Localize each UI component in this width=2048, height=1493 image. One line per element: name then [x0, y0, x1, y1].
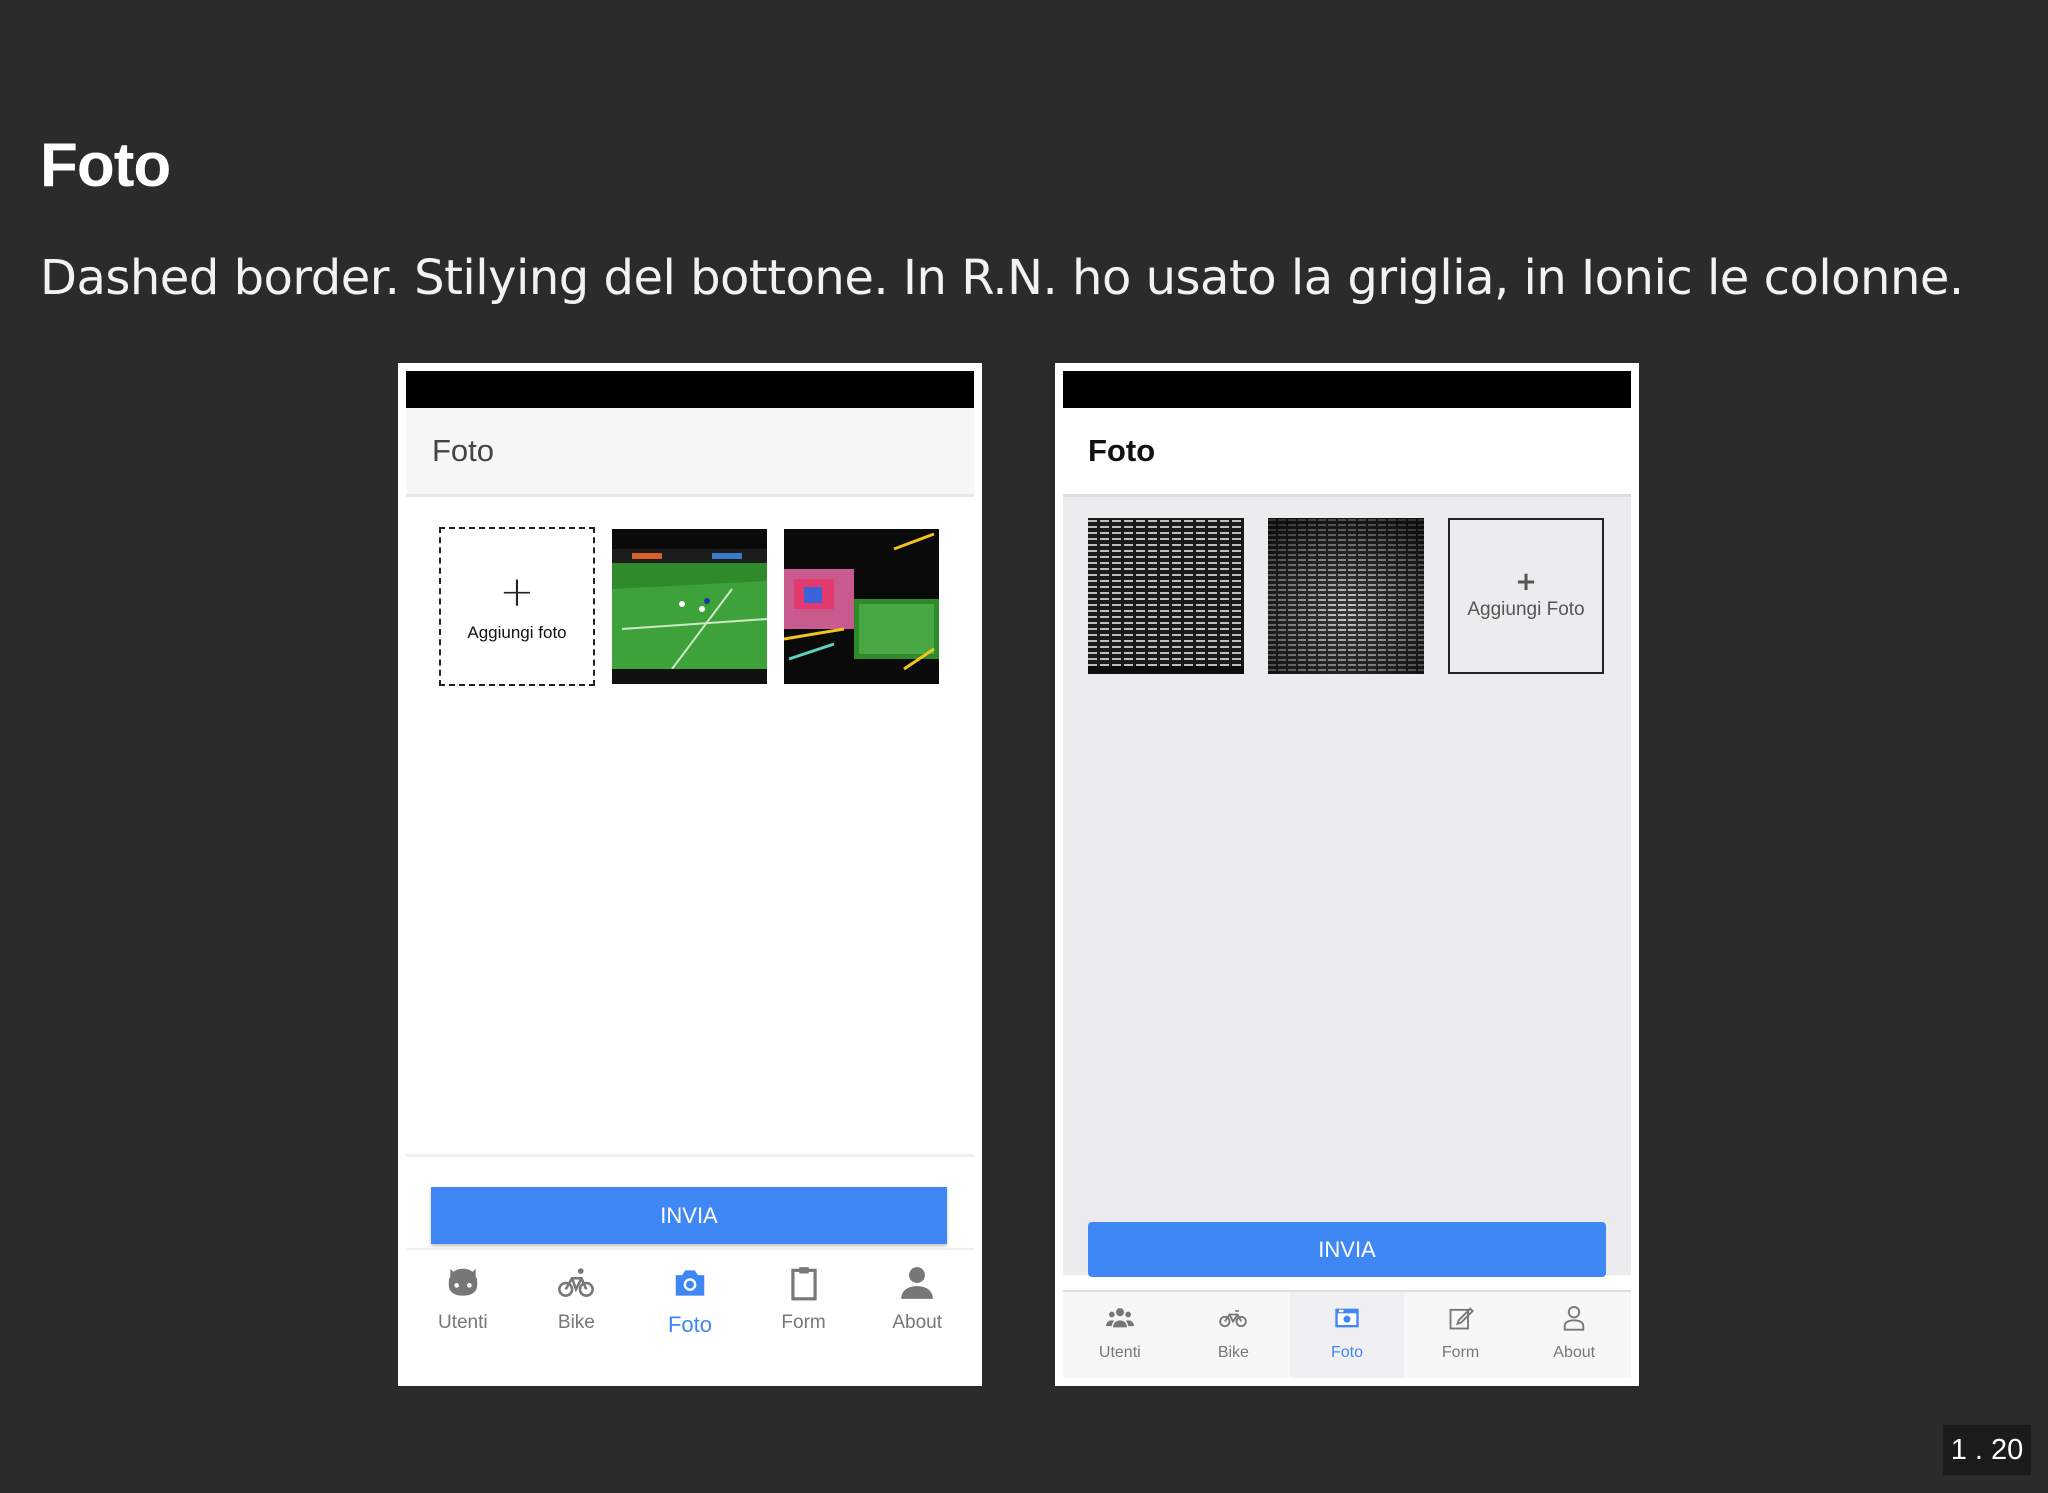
rn-photo-grid: + Aggiungi foto	[439, 527, 939, 686]
rn-tab-label: About	[892, 1312, 942, 1333]
ionic-photo-thumbnail[interactable]	[1268, 518, 1424, 674]
bike-icon	[558, 1268, 595, 1297]
ionic-tab-form[interactable]: Form	[1404, 1292, 1518, 1378]
react-native-screenshot: Foto + Aggiungi foto INVIA Utenti Bike F…	[398, 363, 982, 1386]
rn-tab-bike[interactable]: Bike	[520, 1250, 634, 1378]
rn-add-photo-label: Aggiungi foto	[467, 622, 567, 642]
rn-photo-thumbnail[interactable]	[784, 529, 939, 684]
rn-tab-label: Foto	[667, 1312, 712, 1337]
rn-tab-bar: Utenti Bike Foto Form About	[406, 1250, 974, 1378]
slide-title: Foto	[40, 131, 171, 200]
slide-subtitle: Dashed border. Stilying del bottone. In …	[40, 250, 1964, 306]
plus-icon: +	[499, 566, 535, 616]
page-number: 1 . 20	[1943, 1425, 2031, 1475]
rn-tab-label: Form	[781, 1312, 826, 1333]
rn-photo-soccer-tv	[612, 529, 767, 684]
ionic-tab-label: Foto	[1330, 1344, 1363, 1361]
rn-header-title: Foto	[432, 433, 495, 468]
ionic-header: Foto	[1063, 408, 1631, 497]
edit-icon	[1449, 1307, 1474, 1330]
ionic-screen: Foto + Aggiungi Foto INVIA Utenti Bike F…	[1063, 371, 1631, 1378]
clipboard-icon	[790, 1267, 817, 1301]
ionic-tab-label: Utenti	[1098, 1344, 1141, 1361]
ionic-screenshot: Foto + Aggiungi Foto INVIA Utenti Bike F…	[1055, 363, 1639, 1386]
ionic-add-photo-label: Aggiungi Foto	[1467, 599, 1585, 620]
ionic-tab-bike[interactable]: Bike	[1177, 1292, 1291, 1378]
rn-add-photo-button[interactable]: + Aggiungi foto	[439, 527, 595, 686]
ionic-tab-label: Bike	[1217, 1344, 1249, 1361]
rn-photo-soccer-monitor	[784, 529, 939, 684]
ionic-photo-columns: + Aggiungi Foto	[1088, 518, 1604, 674]
rn-tab-utenti[interactable]: Utenti	[406, 1250, 520, 1378]
ionic-photo-code-screen	[1088, 518, 1244, 674]
image-icon	[1335, 1308, 1359, 1328]
status-bar	[406, 371, 974, 408]
ionic-tab-about[interactable]: About	[1517, 1292, 1631, 1378]
rn-tab-form[interactable]: Form	[747, 1250, 861, 1378]
ionic-photo-thumbnail[interactable]	[1088, 518, 1244, 674]
bike-icon	[1219, 1310, 1248, 1328]
rn-footer: INVIA	[406, 1157, 974, 1250]
user-icon	[901, 1267, 934, 1299]
camera-icon	[675, 1270, 705, 1296]
ionic-submit-button[interactable]: INVIA	[1088, 1222, 1606, 1277]
rn-tab-foto[interactable]: Foto	[633, 1250, 747, 1378]
rn-content: + Aggiungi foto	[406, 497, 974, 1157]
people-icon	[1105, 1308, 1134, 1328]
rn-header: Foto	[406, 408, 974, 497]
ionic-photo-code-screen	[1268, 518, 1424, 674]
ionic-tab-label: About	[1553, 1344, 1596, 1361]
rn-tab-label: Bike	[557, 1312, 595, 1333]
plus-icon: +	[1515, 567, 1537, 597]
user-outline-icon	[1563, 1305, 1585, 1331]
ionic-tab-bar: Utenti Bike Foto Form About	[1063, 1290, 1631, 1378]
ionic-header-title: Foto	[1088, 433, 1156, 468]
ionic-tab-foto[interactable]: Foto	[1290, 1292, 1404, 1378]
rn-tab-label: Utenti	[437, 1312, 488, 1333]
github-icon	[448, 1268, 478, 1296]
rn-screen: Foto + Aggiungi foto INVIA Utenti Bike F…	[406, 371, 974, 1378]
ionic-tab-utenti[interactable]: Utenti	[1063, 1292, 1177, 1378]
rn-photo-thumbnail[interactable]	[612, 529, 767, 684]
rn-tab-about[interactable]: About	[860, 1250, 974, 1378]
ionic-content: + Aggiungi Foto INVIA	[1063, 497, 1631, 1277]
status-bar	[1063, 371, 1631, 408]
ionic-tab-label: Form	[1441, 1344, 1480, 1361]
ionic-add-photo-button[interactable]: + Aggiungi Foto	[1448, 518, 1604, 674]
rn-submit-button[interactable]: INVIA	[431, 1187, 947, 1244]
